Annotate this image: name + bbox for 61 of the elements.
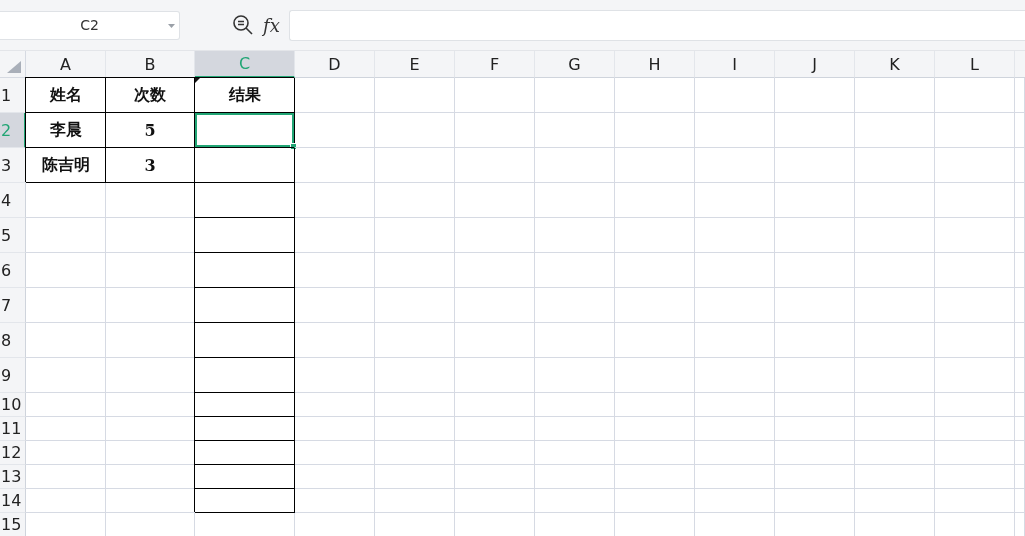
table-cell[interactable]: 姓名 bbox=[26, 78, 106, 113]
row-header[interactable]: 13 bbox=[0, 465, 26, 489]
column-header[interactable] bbox=[1015, 51, 1025, 78]
table-cell[interactable] bbox=[195, 323, 295, 358]
corner-marker-icon bbox=[195, 78, 200, 83]
cell-text: 5 bbox=[144, 120, 156, 140]
row-header[interactable]: 5 bbox=[0, 218, 26, 253]
formula-field[interactable] bbox=[288, 9, 1025, 41]
table-cell[interactable] bbox=[195, 489, 295, 513]
table-cell[interactable] bbox=[195, 417, 295, 441]
row-header[interactable]: 4 bbox=[0, 183, 26, 218]
select-all-icon[interactable] bbox=[7, 61, 21, 73]
cell-text: 李晨 bbox=[49, 119, 82, 141]
active-cell[interactable] bbox=[195, 113, 295, 148]
cell-reference: C2 bbox=[80, 17, 99, 33]
table-cell[interactable] bbox=[195, 358, 295, 393]
table-cell[interactable] bbox=[195, 441, 295, 465]
table-cell[interactable]: 结果 bbox=[195, 78, 295, 113]
table-cell[interactable]: 陈吉明 bbox=[26, 148, 106, 183]
row-header[interactable]: 3 bbox=[0, 148, 26, 183]
table-cell[interactable]: 次数 bbox=[106, 78, 195, 113]
column-header[interactable]: G bbox=[535, 51, 615, 78]
row-header[interactable]: 1 bbox=[0, 78, 26, 113]
row-header[interactable]: 14 bbox=[0, 489, 26, 513]
cell-text: 姓名 bbox=[49, 84, 82, 106]
row-header[interactable]: 9 bbox=[0, 358, 26, 393]
row-header[interactable]: 10 bbox=[0, 393, 26, 417]
table-cell[interactable]: 5 bbox=[106, 113, 195, 148]
column-header[interactable]: D bbox=[295, 51, 375, 78]
name-box[interactable]: C2 bbox=[0, 10, 180, 40]
caret-icon bbox=[168, 23, 175, 28]
table-cell[interactable] bbox=[195, 183, 295, 218]
row-header[interactable]: 6 bbox=[0, 253, 26, 288]
table-cell[interactable]: 李晨 bbox=[26, 113, 106, 148]
column-header[interactable]: K bbox=[855, 51, 935, 78]
column-header[interactable]: F bbox=[455, 51, 535, 78]
table-cell[interactable] bbox=[195, 288, 295, 323]
column-header[interactable]: H bbox=[615, 51, 695, 78]
table-cell[interactable]: 3 bbox=[106, 148, 195, 183]
zoom-icon[interactable] bbox=[232, 14, 254, 36]
column-header[interactable]: L bbox=[935, 51, 1015, 78]
cell-text: 3 bbox=[144, 155, 156, 175]
table-cell[interactable] bbox=[195, 465, 295, 489]
row-header[interactable]: 12 bbox=[0, 441, 26, 465]
row-header[interactable]: 8 bbox=[0, 323, 26, 358]
column-header[interactable]: B bbox=[106, 51, 195, 78]
column-header[interactable]: J bbox=[775, 51, 855, 78]
fill-handle[interactable] bbox=[290, 143, 297, 150]
cell-text: 结果 bbox=[228, 84, 261, 106]
table-cell[interactable] bbox=[195, 218, 295, 253]
cell-text: 次数 bbox=[134, 84, 166, 106]
row-header[interactable]: 15 bbox=[0, 513, 26, 536]
column-header[interactable]: E bbox=[375, 51, 455, 78]
table-cell[interactable] bbox=[195, 393, 295, 417]
row-header[interactable]: 11 bbox=[0, 417, 26, 441]
cell-text: 陈吉明 bbox=[41, 154, 90, 176]
column-header[interactable]: A bbox=[26, 51, 106, 78]
column-header[interactable]: I bbox=[695, 51, 775, 78]
table-cell[interactable] bbox=[195, 253, 295, 288]
function-button[interactable]: fx bbox=[263, 14, 280, 36]
row-header[interactable]: 7 bbox=[0, 288, 26, 323]
